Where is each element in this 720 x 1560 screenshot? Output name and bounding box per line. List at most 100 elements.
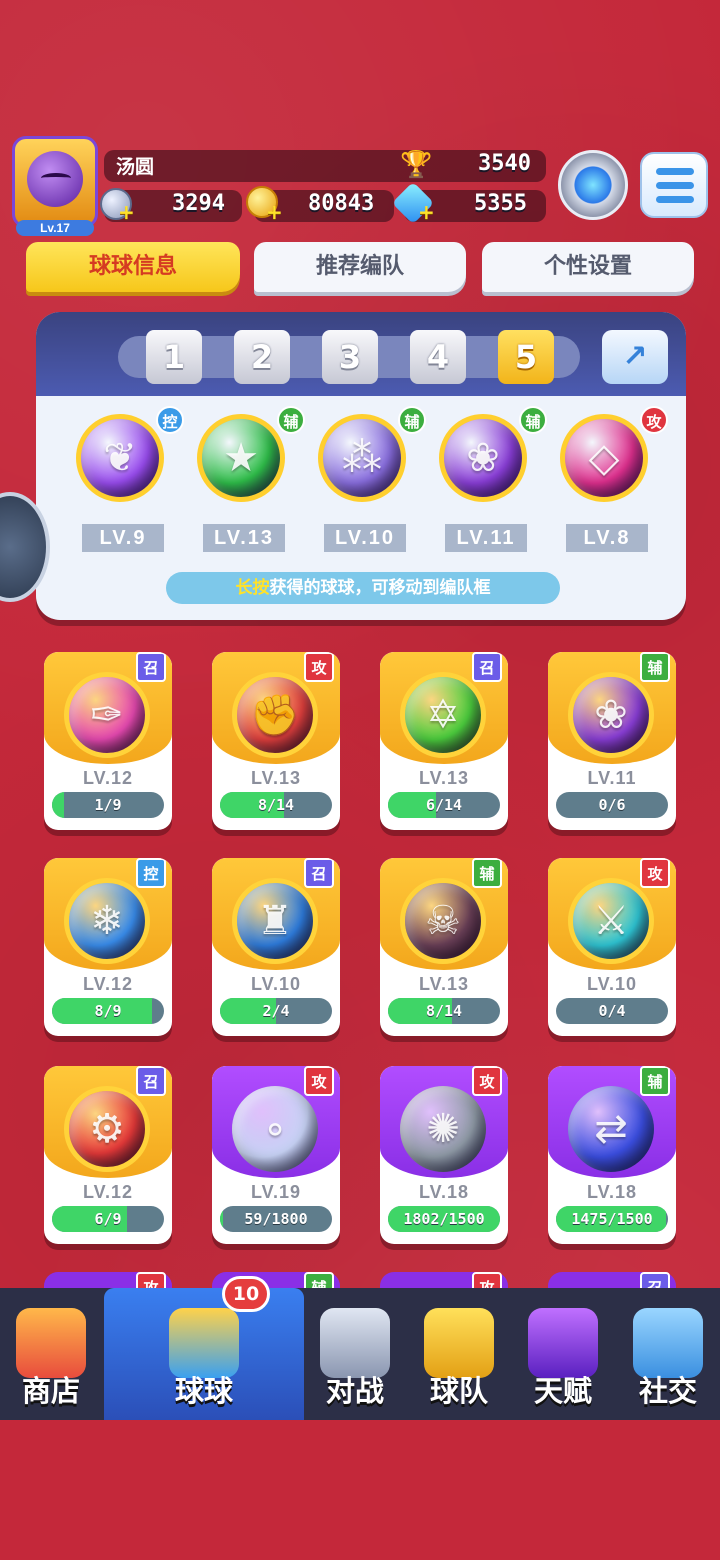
player-avatar[interactable] [12,136,98,228]
ball-type-tag: 辅 [640,1066,670,1096]
ball-type-tag: 辅 [472,858,502,888]
ball-type-tag: 控 [156,406,184,434]
ball-glyph-icon: ◇ [588,435,620,481]
team-slot-5[interactable]: 5 [498,330,554,384]
trophy-count: 3540 [478,151,531,176]
ball-glyph-icon: ★ [223,435,259,481]
team-member-1[interactable]: ❦ 控 [72,406,184,510]
nav-planet[interactable]: 天赋 [512,1288,614,1420]
nav-whistle[interactable]: 球队 [408,1288,510,1420]
nav-crossed-swords[interactable]: 对战 [304,1288,406,1420]
team-member-2[interactable]: ★ 辅 [193,406,305,510]
tab-ball-info[interactable]: 球球信息 [26,242,240,292]
ball-card[interactable]: ✊ 攻 LV.13 8/14 [212,652,340,830]
card-progress-text: 1475/1500 [571,1210,653,1228]
ball-orb-icon: ◇ [560,414,648,502]
ball-type-tag: 辅 [277,406,305,434]
gold-value: 80843 [308,191,375,216]
card-progress-bar: 1/9 [52,792,164,818]
card-progress-text: 0/4 [598,1002,626,1020]
ball-orb-icon: ∘ [232,1086,318,1172]
card-progress-bar: 0/4 [556,998,668,1024]
team-slot-4[interactable]: 4 [410,330,466,384]
card-progress-bar: 2/4 [220,998,332,1024]
share-button[interactable]: ↗ [602,330,668,384]
ball-glyph-icon: ✺ [426,1106,460,1152]
ball-orb-icon: ❦ [76,414,164,502]
ball-orb-icon: ✑ [64,672,150,758]
nav-balls[interactable]: 球球 [104,1288,304,1420]
long-press-hint: 长按获得的球球，可移动到编队框 [166,572,560,604]
diamond-value: 5355 [474,191,527,216]
card-level: LV.12 [82,768,134,788]
ball-type-tag: 攻 [640,406,668,434]
team-member-level: LV.8 [566,524,648,552]
ball-orb-icon: ✊ [232,672,318,758]
ball-card[interactable]: ♜ 召 LV.10 2/4 [212,858,340,1036]
nav-label: 对战 [325,1374,384,1408]
ball-card[interactable]: ⇄ 辅 LV.18 1475/1500 [548,1066,676,1244]
bottom-background [0,1420,720,1560]
team-slot-1[interactable]: 1 [146,330,202,384]
card-level: LV.12 [82,1182,134,1202]
ball-glyph-icon: ❄ [90,898,124,944]
ball-type-tag: 辅 [519,406,547,434]
add-silver-button[interactable]: + [118,200,135,224]
ball-type-tag: 攻 [472,1066,502,1096]
ball-card[interactable]: ⚔ 攻 LV.10 0/4 [548,858,676,1036]
ball-orb-icon: ♜ [232,878,318,964]
ball-type-tag: 辅 [640,652,670,682]
add-gold-button[interactable]: + [266,200,283,224]
team-slot-3[interactable]: 3 [322,330,378,384]
card-level: LV.13 [418,974,470,994]
ball-card[interactable]: ✺ 攻 LV.18 1802/1500 [380,1066,508,1244]
ball-glyph-icon: ♜ [257,898,293,944]
tab-recommended-team[interactable]: 推荐编队 [254,242,466,292]
rank-badge-icon[interactable] [558,150,628,220]
ball-orb-icon: ❀ [439,414,527,502]
card-progress-text: 6/14 [425,796,463,814]
ball-type-tag: 控 [136,858,166,888]
ball-card[interactable]: ✑ 召 LV.12 1/9 [44,652,172,830]
ball-orb-icon: ❀ [568,672,654,758]
ball-glyph-icon: ✑ [90,692,124,738]
team-member-level: LV.13 [203,524,285,552]
card-progress-bar: 8/9 [52,998,164,1024]
team-slot-2[interactable]: 2 [234,330,290,384]
trophy-icon: 🏆 [400,150,433,180]
ball-glyph-icon: ⚙ [89,1106,125,1152]
team-member-4[interactable]: ❀ 辅 [435,406,547,510]
nav-chat[interactable]: 社交 [616,1288,720,1420]
team-member-5[interactable]: ◇ 攻 [556,406,668,510]
ball-type-tag: 召 [472,652,502,682]
nav-shop[interactable]: 商店 [0,1288,102,1420]
card-progress-text: 1802/1500 [403,1210,485,1228]
menu-button[interactable] [640,152,708,218]
ball-card[interactable]: ❀ 辅 LV.11 0/6 [548,652,676,830]
avatar-level: Lv.17 [16,220,94,236]
silver-value: 3294 [172,191,225,216]
card-progress-bar: 59/1800 [220,1206,332,1232]
card-progress-bar: 8/14 [388,998,500,1024]
team-member-3[interactable]: ⁂ 辅 [314,406,426,510]
ball-card[interactable]: ⚙ 召 LV.12 6/9 [44,1066,172,1244]
ball-card[interactable]: ∘ 攻 LV.19 59/1800 [212,1066,340,1244]
team-member-level: LV.11 [445,524,527,552]
ball-type-tag: 召 [304,858,334,888]
ball-card[interactable]: ✡ 召 LV.13 6/14 [380,652,508,830]
ball-orb-icon: ✡ [400,672,486,758]
ball-card[interactable]: ☠ 辅 LV.13 8/14 [380,858,508,1036]
ball-type-tag: 攻 [304,652,334,682]
card-progress-text: 59/1800 [244,1210,308,1228]
tab-personal-settings[interactable]: 个性设置 [482,242,694,292]
nav-label: 商店 [21,1374,80,1408]
ball-card[interactable]: ❄ 控 LV.12 8/9 [44,858,172,1036]
ball-glyph-icon: ❀ [466,435,500,481]
add-diamond-button[interactable]: + [418,200,435,224]
ball-glyph-icon: ⚔ [593,898,629,944]
nav-label: 社交 [638,1374,697,1408]
ball-glyph-icon: ∘ [262,1106,288,1152]
card-progress-bar: 6/9 [52,1206,164,1232]
ball-glyph-icon: ❀ [594,692,628,738]
card-progress-bar: 0/6 [556,792,668,818]
